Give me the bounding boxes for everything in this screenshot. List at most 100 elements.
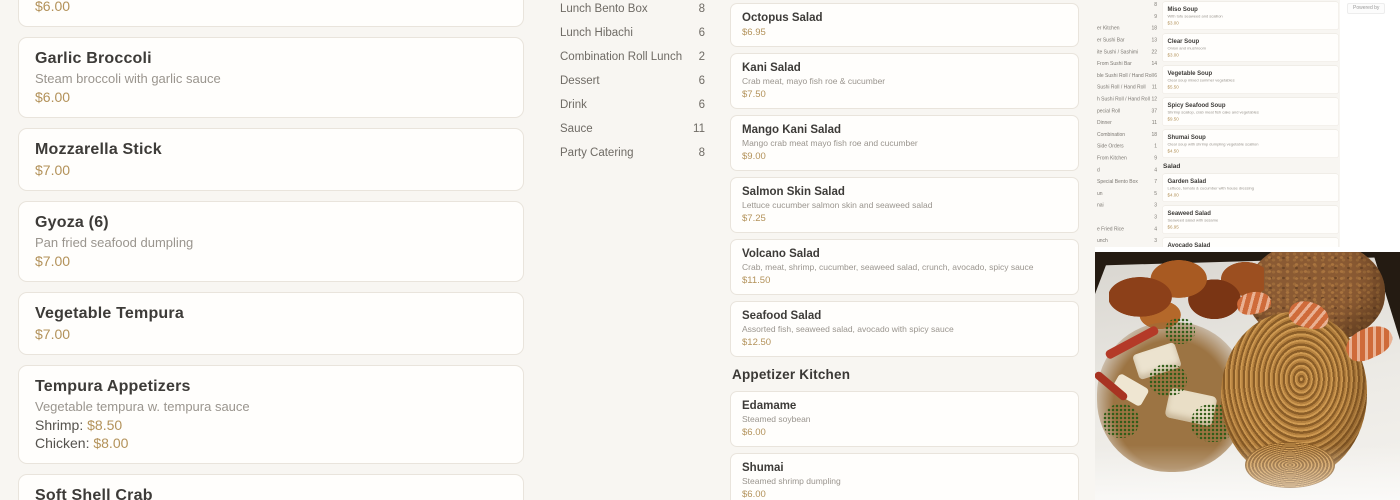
minimap-salad-cards: Garden Salad Lettuce, tomato & cucumber … — [1162, 173, 1339, 247]
powered-by-badge[interactable]: Powered by — [1347, 3, 1386, 14]
menu-item-card[interactable]: Volcano Salad Crab, meat, shrimp, cucumb… — [730, 239, 1079, 295]
price-line: $6.00 — [742, 489, 1067, 500]
menu-item-description: Steam broccoli with garlic sauce — [35, 71, 221, 86]
menu-item-card[interactable]: Deep fried tofu with special sauce $6.00 — [18, 0, 524, 27]
price-line: Chicken: $8.00 — [35, 435, 507, 452]
price-value: $11.50 — [742, 275, 771, 286]
minimap-category-row: From Kitchen 9 — [1095, 152, 1157, 164]
minimap-category-count: 4 — [1154, 167, 1157, 173]
menu-item-card[interactable]: Salmon Skin Salad Lettuce cucumber salmo… — [730, 177, 1079, 233]
price-value: $6.00 — [35, 0, 71, 14]
minimap-category-row: h Sushi Roll / Hand Roll 12 — [1095, 93, 1157, 105]
menu-item-card[interactable]: Garlic Broccoli Steam broccoli with garl… — [18, 37, 524, 118]
menu-item-card[interactable]: Soft Shell Crab — [18, 474, 524, 500]
price-line: $6.00 — [35, 0, 507, 15]
price-value: $12.50 — [742, 337, 772, 348]
price-value: $7.00 — [35, 326, 71, 342]
minimap-category-count: 14 — [1151, 61, 1157, 67]
minimap-category-row: e Fried Rice 4 — [1095, 223, 1157, 235]
price-variant-label: Shrimp: — [35, 417, 88, 433]
menu-item-card[interactable]: Tempura Appetizers Vegetable tempura w. … — [18, 365, 524, 464]
menu-item-card[interactable]: Octopus Salad $6.95 — [730, 3, 1079, 47]
menu-item-card[interactable]: Gyoza (6) Pan fried seafood dumpling $7.… — [18, 201, 524, 282]
category-row[interactable]: Lunch Bento Box 8 — [547, 0, 720, 21]
menu-item-description: Steamed soybean — [742, 414, 811, 424]
minimap-category-row: nai 3 — [1095, 200, 1157, 212]
menu-item-prices: $6.00 — [742, 427, 1067, 439]
menu-item-name: Garlic Broccoli — [35, 50, 152, 67]
menu-item-prices: $6.00 — [35, 89, 507, 106]
minimap-menu-item-card: Garden Salad Lettuce, tomato & cucumber … — [1162, 173, 1339, 202]
menu-item-card[interactable]: Seafood Salad Assorted fish, seaweed sal… — [730, 301, 1079, 357]
minimap-category-count: 7 — [1154, 179, 1157, 185]
minimap-category-label: e Fried Rice — [1097, 226, 1124, 232]
minimap-category-label: pecial Roll — [1097, 108, 1121, 114]
minimap-category-count: 3 — [1154, 202, 1157, 209]
minimap-category-label: ite Sushi / Sashimi — [1097, 49, 1139, 55]
minimap-item-name: Clear Soup — [1167, 37, 1200, 45]
dish-photo — [1095, 252, 1400, 500]
minimap-category-count: 9 — [1154, 155, 1157, 162]
price-line: $6.00 — [742, 427, 1067, 439]
minimap-category-row: From Sushi Bar 14 — [1095, 58, 1157, 70]
menu-item-prices: $9.00 — [742, 151, 1067, 163]
menu-item-description: Crab, meat, shrimp, cucumber, seaweed sa… — [742, 262, 1034, 272]
menu-item-name: Mozzarella Stick — [35, 141, 162, 158]
category-row[interactable]: Combination Roll Lunch 2 — [547, 45, 720, 69]
minimap-item-price: $3.00 — [1167, 52, 1179, 58]
minimap-category-row: er Kitchen 18 — [1095, 23, 1157, 35]
minimap-item-name: Seaweed Salad — [1167, 209, 1211, 217]
menu-item-prices: $7.25 — [742, 213, 1067, 225]
category-row[interactable]: Party Catering 8 — [547, 141, 720, 165]
price-line: Shrimp: $8.50 — [35, 417, 507, 434]
price-value: $6.95 — [742, 27, 766, 38]
minimap-category-count: 18 — [1151, 25, 1157, 32]
minimap-item-description: Lettuce, tomato & cucumber with house dr… — [1167, 186, 1254, 191]
price-line: $12.50 — [742, 337, 1067, 349]
minimap-item-name: Garden Salad — [1167, 177, 1207, 185]
price-variant-label: Chicken: — [35, 435, 94, 451]
minimap-item-name: Miso Soup — [1167, 5, 1198, 13]
minimap-category-label: Sushi Roll / Hand Roll — [1097, 84, 1146, 91]
minimap-section-header-salad: Salad — [1163, 162, 1181, 170]
menu-item-card[interactable]: Mozzarella Stick $7.00 — [18, 128, 524, 191]
minimap-category-count: 5 — [1154, 190, 1157, 197]
category-row[interactable]: Drink 6 — [547, 93, 720, 117]
menu-item-prices: $12.50 — [742, 337, 1067, 349]
photo-broccoli — [1103, 404, 1139, 438]
minimap-item-name: Shumai Soup — [1167, 133, 1206, 141]
category-row[interactable]: Lunch Hibachi 6 — [547, 21, 720, 45]
minimap-category-count: 3 — [1154, 238, 1157, 244]
menu-item-card[interactable]: Edamame Steamed soybean $6.00 — [730, 391, 1079, 447]
categories-sidebar: Lunch Bento Box 8 Lunch Hibachi 6 Combin… — [547, 0, 720, 165]
salads-column: Octopus Salad $6.95 Kani Salad Crab meat… — [730, 3, 1079, 500]
category-label: Lunch Bento Box — [560, 3, 648, 15]
minimap-item-price: $4.00 — [1167, 192, 1179, 198]
minimap-category-count: 18 — [1151, 131, 1157, 138]
minimap-item-price: $5.50 — [1167, 84, 1179, 90]
minimap-category-label: er Sushi Bar — [1097, 37, 1125, 44]
minimap-category-row: pecial Roll 37 — [1095, 105, 1157, 117]
menu-item-name: Shumai — [742, 462, 784, 474]
restaurant-menu-app: Deep fried tofu with special sauce $6.00… — [0, 0, 1400, 500]
menu-item-name: Seafood Salad — [742, 310, 822, 322]
menu-item-card[interactable]: Vegetable Tempura $7.00 — [18, 292, 524, 355]
menu-item-card[interactable]: Mango Kani Salad Mango crab meat mayo fi… — [730, 115, 1079, 171]
category-row[interactable]: Sauce 11 — [547, 117, 720, 141]
menu-preview-minimap[interactable]: 8 9 er Kitchen 18 er Sushi Bar 13 ite Su… — [1095, 0, 1340, 247]
menu-item-card[interactable]: Shumai Steamed shrimp dumpling $6.00 — [730, 453, 1079, 500]
menu-item-prices: $7.50 — [742, 89, 1067, 101]
minimap-category-row: 3 — [1095, 211, 1157, 223]
menu-item-card[interactable]: Kani Salad Crab meat, mayo fish roe & cu… — [730, 53, 1079, 109]
menu-item-name: Octopus Salad — [742, 12, 823, 24]
minimap-item-name: Spicy Seafood Soup — [1167, 101, 1226, 109]
minimap-category-label: er Kitchen — [1097, 25, 1120, 32]
menu-item-prices: $6.00 — [35, 0, 507, 15]
price-line: $7.00 — [35, 326, 507, 343]
minimap-category-count: 9 — [1154, 13, 1157, 20]
category-row[interactable]: Dessert 6 — [547, 69, 720, 93]
price-value: $7.25 — [742, 213, 766, 224]
price-value: $9.00 — [742, 151, 766, 162]
menu-item-description: Crab meat, mayo fish roe & cucumber — [742, 76, 886, 86]
minimap-menu-item-card: Vegetable Soup Clear soup mixed summer v… — [1162, 65, 1339, 94]
